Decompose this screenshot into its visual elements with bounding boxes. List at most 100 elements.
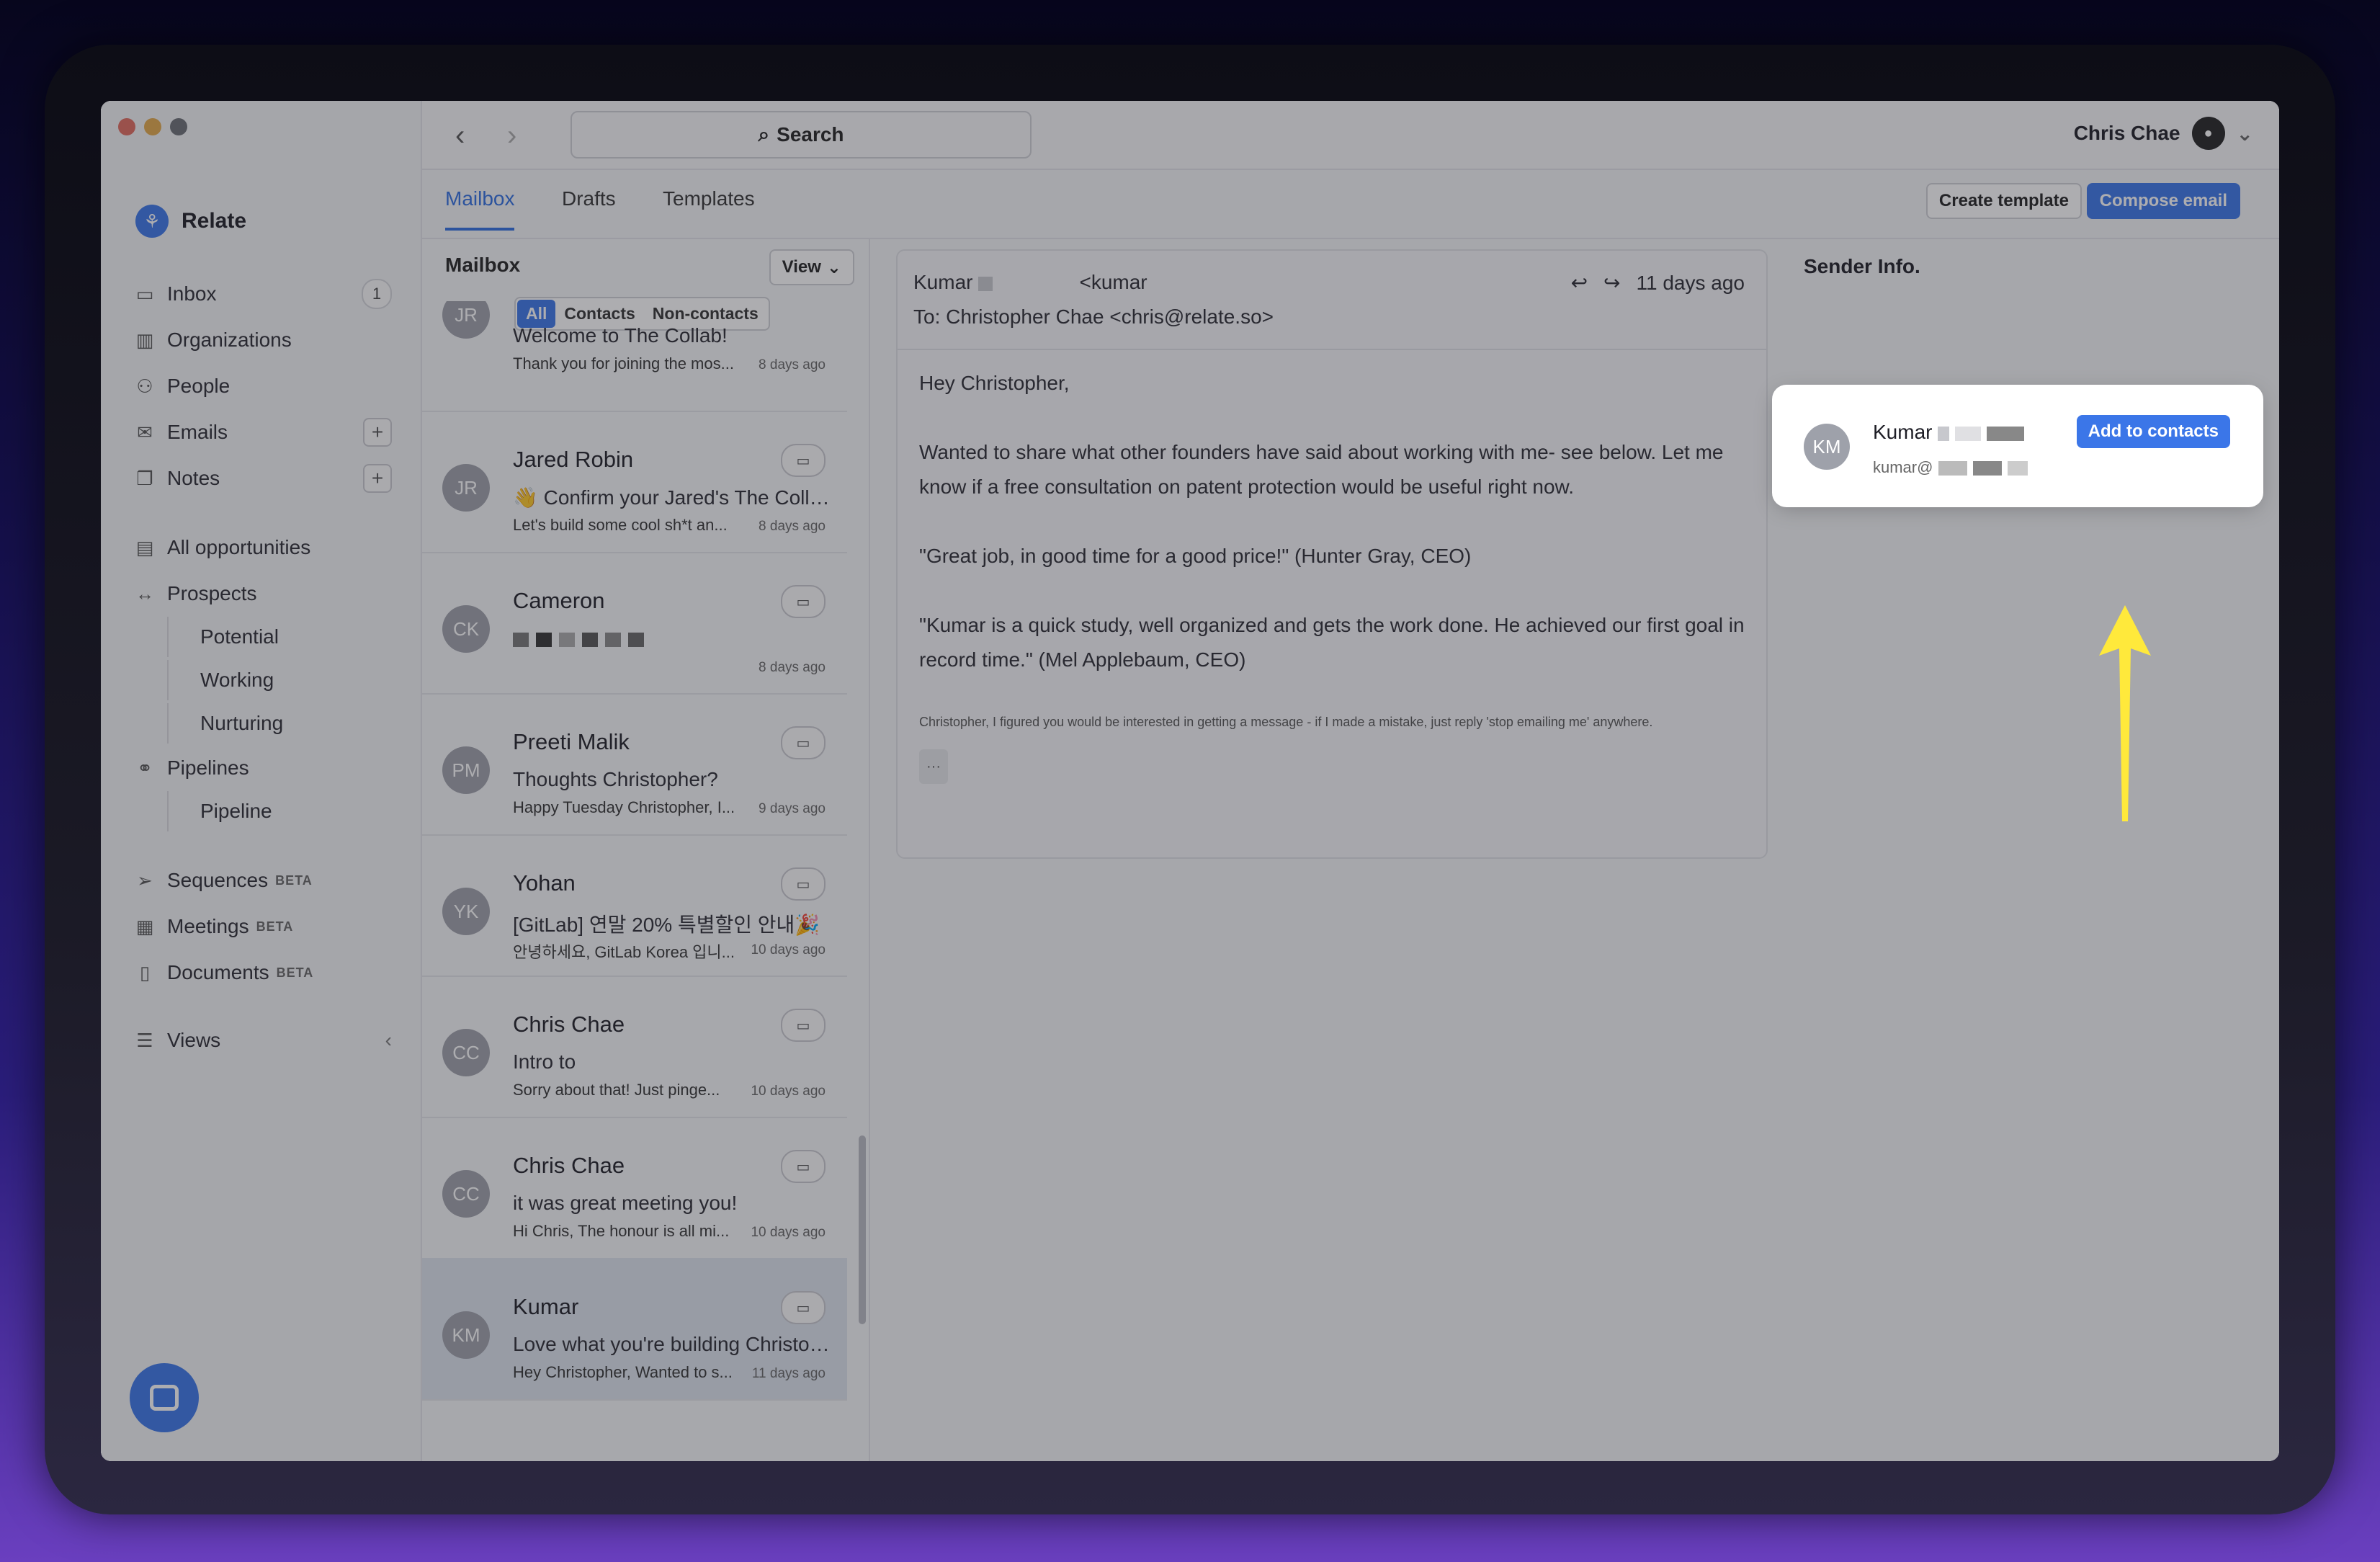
tab-bar: Mailbox Drafts Templates Create template…: [422, 170, 2279, 239]
sidebar-item-all-opportunities[interactable]: ▤ All opportunities: [133, 527, 392, 568]
list-item[interactable]: YK Yohan ▭ [GitLab] 연말 20% 특별할인 안내🎉 안녕하세…: [422, 834, 847, 977]
email-paragraph: "Kumar is a quick study, well organized …: [919, 614, 1745, 671]
add-to-contacts-button[interactable]: Add to contacts: [2076, 415, 2230, 448]
notes-icon: ❐: [136, 467, 153, 489]
list-item[interactable]: PM Preeti Malik ▭ Thoughts Christopher? …: [422, 693, 847, 836]
list-item[interactable]: CC Chris Chae ▭ it was great meeting you…: [422, 1117, 847, 1259]
compose-email-button[interactable]: Compose email: [2086, 183, 2240, 219]
tab-templates[interactable]: Templates: [663, 187, 755, 228]
minimize-dot[interactable]: [144, 118, 161, 135]
sidebar-item-notes[interactable]: ❐ Notes +: [133, 458, 392, 499]
sidebar-item-views[interactable]: ☰ Views ‹: [133, 1020, 392, 1061]
building-icon: ▥: [135, 329, 154, 351]
list-item[interactable]: CK Cameron ▭ 8 days ago: [422, 552, 847, 695]
sidebar: ⚘ Relate ▭ Inbox 1 ▥ Organizations ⚇ People …: [101, 101, 422, 1461]
list-item-subject: Love what you're building Christop...: [513, 1333, 830, 1355]
user-menu[interactable]: Chris Chae ● ⌄: [2074, 117, 2253, 150]
tab-drafts[interactable]: Drafts: [562, 187, 616, 228]
sidebar-item-pipelines[interactable]: ⚭ Pipelines: [133, 748, 392, 788]
forward-arrow-icon[interactable]: ›: [507, 120, 516, 152]
maximize-dot[interactable]: [170, 118, 187, 135]
list-item[interactable]: JR Jared Robin ▭ 👋 Confirm your Jared's …: [422, 411, 847, 553]
list-item[interactable]: JR Welcome to The Collab! Thank you for …: [422, 301, 847, 412]
chevron-left-icon[interactable]: ‹: [385, 1029, 392, 1052]
view-dropdown[interactable]: View ⌄: [769, 249, 854, 285]
list-item-time: 11 days ago: [751, 1366, 826, 1381]
sidebar-item-people[interactable]: ⚇ People: [133, 366, 392, 406]
email-time: 11 days ago: [1636, 271, 1745, 294]
document-icon: ▯: [139, 961, 151, 983]
search-input[interactable]: ⌕ Search: [571, 111, 1032, 159]
sidebar-item-organizations[interactable]: ▥ Organizations: [133, 320, 392, 360]
email-header: Kumar <kumar To: Christopher Chae <chris@…: [898, 251, 1766, 350]
sidebar-item-pipeline[interactable]: Pipeline: [167, 791, 272, 831]
list-item-preview: Sorry about that! Just pinge...: [513, 1081, 720, 1099]
list-item-sender: Jared Robin: [513, 447, 634, 472]
relate-logo-icon: ⚘: [135, 205, 169, 238]
sidebar-item-inbox[interactable]: ▭ Inbox 1: [133, 274, 392, 314]
archive-icon[interactable]: ▭: [781, 726, 826, 759]
list-item-selected[interactable]: KM Kumar ▭ Love what you're building Chr…: [422, 1258, 847, 1401]
chevron-down-icon: ⌄: [826, 257, 841, 277]
avatar: CC: [442, 1170, 490, 1218]
sidebar-item-working[interactable]: Working: [167, 660, 274, 700]
sidebar-item-sequences[interactable]: ➢ Sequences BETA: [133, 860, 392, 901]
add-note-button[interactable]: +: [363, 464, 392, 493]
highlight-arrow-icon: [2099, 605, 2151, 821]
archive-icon[interactable]: ▭: [781, 444, 826, 477]
list-item-time: 8 days ago: [759, 519, 826, 534]
email-paragraph: "Great job, in good time for a good pric…: [919, 545, 1472, 567]
sender-panel-title: Sender Info.: [1804, 255, 1920, 277]
archive-icon[interactable]: ▭: [781, 1291, 826, 1324]
mail-list-title: Mailbox: [445, 254, 521, 276]
sidebar-item-emails[interactable]: ✉ Emails +: [133, 412, 392, 452]
list-item-subject: it was great meeting you!: [513, 1192, 738, 1214]
list-item-subject: Thoughts Christopher?: [513, 768, 718, 790]
list-item-time: 10 days ago: [751, 1225, 826, 1240]
sidebar-item-nurturing[interactable]: Nurturing: [167, 703, 283, 744]
reply-icon[interactable]: ↩: [1571, 271, 1588, 295]
top-bar: ‹ › ⌕ Search Chris Chae ● ⌄: [422, 101, 2279, 170]
add-email-button[interactable]: +: [363, 418, 392, 447]
archive-icon[interactable]: ▭: [781, 585, 826, 618]
list-item[interactable]: CC Chris Chae ▭ Intro to Sorry about tha…: [422, 976, 847, 1118]
list-item-preview: Hi Chris, The honour is all mi...: [513, 1222, 730, 1240]
list-item-subject: Welcome to The Collab!: [513, 324, 728, 347]
list-item-subject: 👋 Confirm your Jared's The Colla...: [513, 486, 830, 509]
create-template-button[interactable]: Create template: [1925, 183, 2082, 219]
sender-email: kumar@: [1873, 458, 2028, 477]
forward-icon[interactable]: ↪: [1603, 271, 1620, 295]
sidebar-item-meetings[interactable]: ▦ Meetings BETA: [133, 906, 392, 947]
email-from: Kumar <kumar: [913, 271, 1148, 293]
archive-icon[interactable]: ▭: [781, 1009, 826, 1042]
inbox-icon: ▭: [135, 282, 154, 305]
archive-icon[interactable]: ▭: [781, 867, 826, 901]
sidebar-item-prospects[interactable]: ↔ Prospects: [133, 574, 392, 614]
search-icon: ⌕: [758, 122, 770, 146]
brand[interactable]: ⚘ Relate: [135, 205, 246, 238]
list-item-time: 10 days ago: [751, 1084, 826, 1099]
avatar: KM: [442, 1311, 490, 1359]
back-arrow-icon[interactable]: ‹: [455, 120, 465, 152]
list-item-preview: 안녕하세요, GitLab Korea 입니...: [513, 943, 735, 961]
close-dot[interactable]: [118, 118, 135, 135]
avatar: YK: [442, 888, 490, 935]
board-icon: ▤: [135, 536, 154, 558]
show-more-button[interactable]: ···: [919, 749, 948, 784]
sidebar-item-documents[interactable]: ▯ Documents BETA: [133, 952, 392, 993]
avatar: JR: [442, 464, 490, 512]
avatar: JR: [442, 301, 490, 339]
tab-mailbox[interactable]: Mailbox: [445, 187, 515, 231]
list-item-time: 8 days ago: [759, 357, 826, 372]
chevron-down-icon: ⌄: [2236, 122, 2253, 145]
list-item-subject-redacted: [513, 627, 830, 650]
sidebar-item-potential[interactable]: Potential: [167, 617, 279, 657]
list-item-preview: Thank you for joining the mos...: [513, 354, 734, 372]
brand-label: Relate: [182, 209, 247, 233]
list-item-sender: Kumar: [513, 1294, 579, 1319]
archive-icon[interactable]: ▭: [781, 1150, 826, 1183]
list-item-preview: Happy Tuesday Christopher, I...: [513, 798, 735, 816]
sender-name: Kumar: [1873, 421, 2025, 444]
chat-launcher-button[interactable]: [130, 1363, 199, 1432]
scrollbar[interactable]: [859, 1135, 866, 1324]
